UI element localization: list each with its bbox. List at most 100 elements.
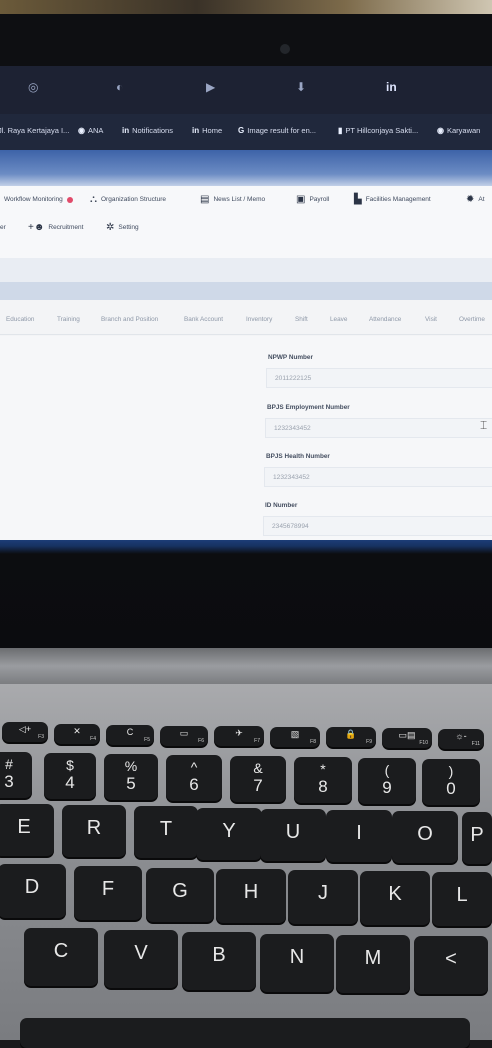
- key-y[interactable]: Y: [196, 808, 262, 860]
- app-header: [0, 150, 492, 190]
- tab-shift[interactable]: Shift: [295, 316, 308, 323]
- menu-payroll[interactable]: ▣ Payroll: [296, 194, 329, 205]
- globe-icon: ◉: [437, 126, 444, 135]
- settings-icon: ✹: [466, 194, 475, 205]
- key-f11[interactable]: ☼- F11: [438, 729, 484, 749]
- tab-divider: [0, 334, 492, 335]
- laptop-screen: ◎ ◐ ▶ ⬇ in Jl. Raya Kertajaya I... ◉ ANA …: [0, 66, 492, 544]
- lower-bezel: [0, 540, 492, 650]
- linkedin-icon[interactable]: in: [386, 80, 397, 94]
- org-chart-icon: ⛬: [90, 194, 97, 205]
- globe-icon: ◉: [78, 126, 85, 135]
- content-subheader: [0, 282, 492, 300]
- menu-workflow-monitoring[interactable]: Workflow Monitoring: [4, 196, 73, 203]
- menu-news-list[interactable]: ▤ News List / Memo: [200, 194, 265, 205]
- content-header: [0, 258, 492, 282]
- key-n[interactable]: N: [260, 934, 334, 992]
- key-f7[interactable]: ✈ F7: [214, 726, 264, 746]
- key-f9[interactable]: 🔒 F9: [326, 727, 376, 747]
- download-icon[interactable]: ⬇: [296, 80, 306, 94]
- facilities-icon: ▙: [354, 194, 362, 205]
- bookmark-item[interactable]: Jl. Raya Kertajaya I...: [0, 126, 69, 135]
- key-d[interactable]: D: [0, 864, 66, 918]
- menu-setting[interactable]: ✲ Setting: [106, 222, 139, 233]
- key-l[interactable]: L: [432, 872, 492, 926]
- key-b[interactable]: B: [182, 932, 256, 990]
- id-number-field[interactable]: 2345678994: [263, 516, 492, 536]
- menu-attendance[interactable]: ✹ At: [466, 194, 485, 205]
- key-t[interactable]: T: [134, 806, 198, 858]
- google-icon: G: [238, 126, 245, 135]
- play-icon[interactable]: ▶: [206, 80, 215, 94]
- tab-leave[interactable]: Leave: [330, 316, 347, 323]
- news-icon: ▤: [200, 194, 210, 205]
- key-6[interactable]: ^ 6: [166, 755, 222, 801]
- tab-branch-and-position[interactable]: Branch and Position: [101, 316, 158, 323]
- key-f3[interactable]: ◁+ F3: [2, 722, 48, 742]
- key-7[interactable]: & 7: [230, 756, 286, 802]
- mouse-cursor-icon: ⌶: [480, 418, 488, 432]
- add-user-icon: +☻: [28, 222, 45, 233]
- key-p[interactable]: P: [462, 812, 492, 864]
- bookmark-item[interactable]: ▮ PT Hillconjaya Sakti...: [338, 126, 418, 135]
- key-g[interactable]: G: [146, 868, 214, 922]
- bpjs-health-field[interactable]: 1232343452: [264, 467, 492, 487]
- menu-recruitment[interactable]: +☻ Recruitment: [28, 222, 83, 233]
- menu-organization-structure[interactable]: ⛬ Organization Structure: [90, 194, 166, 205]
- keyboard-deck: ◁+ F3 ✕ F4 C F5 ▭ F6 ✈ F7 ▧ F8 🔒 F9 ▭▤ F10 ☼- F11…: [0, 684, 492, 1048]
- tab-overtime[interactable]: Overtime: [459, 316, 485, 323]
- bpjs-health-label: BPJS Health Number: [266, 453, 330, 460]
- key-4[interactable]: $4: [44, 753, 96, 799]
- gear-icon: ✲: [106, 222, 115, 233]
- key-u[interactable]: U: [260, 809, 326, 861]
- key-k[interactable]: K: [360, 871, 430, 925]
- bookmark-item[interactable]: ◉ Karyawan: [437, 126, 480, 135]
- key-f6[interactable]: ▭ F6: [160, 726, 208, 746]
- key-f5[interactable]: C F5: [106, 725, 154, 745]
- tab-visit[interactable]: Visit: [425, 316, 437, 323]
- whatsapp-icon[interactable]: ◎: [28, 80, 38, 94]
- key-c[interactable]: C: [24, 928, 98, 986]
- key-j[interactable]: J: [288, 870, 358, 924]
- monitor-bezel: [0, 14, 492, 70]
- npwp-field[interactable]: 2011222125: [266, 368, 492, 388]
- bpjs-employment-label: BPJS Employment Number: [267, 404, 350, 411]
- tab-training[interactable]: Training: [57, 316, 80, 323]
- key-9[interactable]: (9: [358, 758, 416, 804]
- key-m[interactable]: M: [336, 935, 410, 993]
- bookmark-item[interactable]: ◉ ANA: [78, 126, 103, 135]
- key-f8[interactable]: ▧ F8: [270, 727, 320, 747]
- key-f[interactable]: F: [74, 866, 142, 920]
- menu-facilities-management[interactable]: ▙ Facilities Management: [354, 194, 431, 205]
- employee-form: NPWP Number 2011222125 BPJS Employment N…: [0, 336, 492, 544]
- tab-education[interactable]: Education: [6, 316, 34, 323]
- app-icon: ▮: [338, 126, 343, 135]
- key-e[interactable]: E: [0, 804, 54, 856]
- key-8[interactable]: * 8: [294, 757, 352, 803]
- laptop-hinge: [0, 648, 492, 684]
- tab-inventory[interactable]: Inventory: [246, 316, 272, 323]
- key-v[interactable]: V: [104, 930, 178, 988]
- key-f10[interactable]: ▭▤ F10: [382, 728, 432, 748]
- key-0[interactable]: ) 0: [422, 759, 480, 805]
- tab-attendance[interactable]: Attendance: [369, 316, 401, 323]
- bookmark-item[interactable]: in Notifications: [122, 126, 173, 135]
- menu-item-partial[interactable]: er: [0, 224, 6, 231]
- key-comma[interactable]: <: [414, 936, 488, 994]
- linkedin-icon: in: [192, 126, 200, 135]
- bpjs-employment-field[interactable]: 1232343452: [265, 418, 492, 438]
- app-icon[interactable]: ◐: [116, 80, 123, 94]
- key-i[interactable]: I: [326, 810, 392, 862]
- key-f4[interactable]: ✕ F4: [54, 724, 100, 744]
- key-o[interactable]: O: [392, 811, 458, 863]
- key-5[interactable]: % 5: [104, 754, 158, 800]
- key-h[interactable]: H: [216, 869, 286, 923]
- npwp-label: NPWP Number: [268, 354, 313, 361]
- key-3[interactable]: #3: [0, 752, 32, 798]
- tab-bank-account[interactable]: Bank Account: [184, 316, 223, 323]
- bookmark-item[interactable]: G Image result for en...: [238, 126, 316, 135]
- bookmark-item[interactable]: in Home: [192, 126, 222, 135]
- key-space[interactable]: [20, 1018, 470, 1048]
- key-r[interactable]: R: [62, 805, 126, 857]
- linkedin-icon: in: [122, 126, 130, 135]
